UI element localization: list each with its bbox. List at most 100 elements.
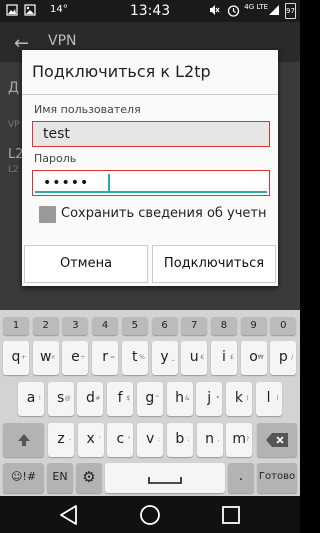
vpn-entry-subtitle-fragment: L2 (8, 165, 19, 175)
key-k[interactable]: k( (225, 382, 252, 416)
mute-icon (210, 5, 220, 15)
symbols-key[interactable]: ☺!# (3, 463, 44, 493)
key-o-hint: ₩ (257, 354, 264, 361)
key-y[interactable]: y _ (151, 341, 178, 375)
key-c[interactable]: c " (107, 423, 134, 457)
key-2-label: 2 (42, 320, 49, 331)
key-o[interactable]: o ₩ (240, 341, 267, 375)
key-f-label: f (117, 390, 123, 406)
key-w[interactable]: w × (32, 341, 59, 375)
symbols-key-label: ☺!# (10, 470, 37, 483)
alarm-icon (227, 5, 240, 17)
key-x-label: x (86, 431, 95, 447)
key-u[interactable]: u € (181, 341, 208, 375)
password-field[interactable]: ••••• (32, 170, 270, 196)
key-7[interactable]: 7 (181, 317, 208, 335)
key-r-label: r (102, 349, 108, 365)
key-p[interactable]: p / (270, 341, 297, 375)
key-s[interactable]: s @ (47, 382, 74, 416)
key-q[interactable]: q + (3, 341, 29, 375)
key-8[interactable]: 8 (210, 317, 237, 335)
key-s-hint: @ (64, 395, 71, 402)
key-k-label: k (234, 390, 243, 406)
key-u-hint: € (200, 354, 205, 361)
period-key-label: . (238, 468, 244, 484)
key-2[interactable]: 2 (32, 317, 59, 335)
key-r-hint: = (110, 354, 116, 361)
key-5[interactable]: 5 (121, 317, 148, 335)
recents-square-icon[interactable] (221, 505, 241, 525)
key-t[interactable]: t% (121, 341, 148, 375)
username-field[interactable]: test (32, 121, 270, 147)
key-0-label: 0 (280, 320, 287, 331)
key-l-hint: ) (276, 395, 279, 402)
key-n[interactable]: n, (196, 423, 223, 457)
key-b-label: b (175, 431, 185, 447)
space-key[interactable] (105, 463, 225, 493)
key-j-label: j (207, 390, 212, 406)
key-3[interactable]: 3 (62, 317, 89, 335)
key-f[interactable]: f $ (107, 382, 134, 416)
key-i[interactable]: i £ (210, 341, 237, 375)
key-z-hint: - (68, 436, 71, 443)
key-s-label: s (57, 390, 65, 406)
key-z[interactable]: z- (48, 423, 74, 457)
key-m-label: m (232, 431, 246, 447)
soft-keyboard: 1 2 3 4 5 6 7 8 9 0 q + w × e ÷ r = t% y _ u € i £ o ₩ p / a! s @ d # f $ g ^… (0, 310, 300, 496)
key-h[interactable]: h & (166, 382, 193, 416)
key-d-hint: # (95, 395, 101, 402)
key-b[interactable]: b; (166, 423, 193, 457)
text-cursor (108, 174, 110, 192)
done-key[interactable]: Готово (257, 463, 297, 493)
key-m-hint: ? (246, 436, 250, 443)
key-5-label: 5 (131, 320, 138, 331)
connect-dialog: Подключиться к L2tp Имя пользователя tes… (22, 50, 278, 286)
key-v[interactable]: v: (137, 423, 164, 457)
key-j[interactable]: j * (196, 382, 223, 416)
key-1[interactable]: 1 (3, 317, 29, 335)
key-d[interactable]: d # (77, 382, 104, 416)
key-q-label: q (11, 349, 21, 365)
settings-key[interactable]: ⚙ (76, 463, 102, 493)
key-m[interactable]: m? (226, 423, 253, 457)
key-u-label: u (189, 349, 199, 365)
username-value: test (43, 126, 70, 142)
key-n-label: n (205, 431, 214, 447)
key-x-hint: ' (99, 436, 101, 443)
key-g[interactable]: g ^ (136, 382, 163, 416)
cancel-button[interactable]: Отмена (24, 245, 148, 283)
backspace-key[interactable] (257, 423, 297, 457)
back-triangle-icon[interactable] (58, 504, 80, 526)
save-credentials-checkbox[interactable] (39, 206, 56, 223)
key-6[interactable]: 6 (151, 317, 178, 335)
key-e-hint: ÷ (80, 354, 86, 361)
key-v-label: v (145, 431, 155, 447)
key-p-hint: / (291, 354, 294, 361)
key-8-label: 8 (220, 320, 228, 331)
key-n-hint: , (217, 436, 220, 443)
key-o-label: o (249, 349, 258, 365)
connect-button[interactable]: Подключиться (152, 245, 276, 283)
save-credentials-label[interactable]: Сохранить сведения об учетн (61, 206, 271, 221)
key-c-hint: " (127, 436, 131, 443)
key-w-hint: × (50, 354, 56, 361)
period-key[interactable]: . (228, 463, 254, 493)
done-key-label: Готово (258, 471, 296, 482)
home-circle-icon[interactable] (139, 504, 161, 526)
key-r[interactable]: r = (92, 341, 119, 375)
key-p-label: p (278, 349, 288, 365)
language-key[interactable]: EN (47, 463, 73, 493)
backspace-icon (266, 433, 288, 447)
key-e[interactable]: e ÷ (62, 341, 89, 375)
key-x[interactable]: x ' (77, 423, 104, 457)
key-q-hint: + (20, 354, 26, 361)
password-underline: ••••• (35, 173, 267, 193)
key-4[interactable]: 4 (92, 317, 119, 335)
list-item-fragment: Д (8, 80, 19, 96)
key-l[interactable]: l) (255, 382, 282, 416)
shift-key[interactable] (3, 423, 44, 457)
key-b-hint: ; (187, 436, 190, 443)
key-9[interactable]: 9 (240, 317, 267, 335)
key-0[interactable]: 0 (270, 317, 297, 335)
key-a[interactable]: a! (18, 382, 44, 416)
